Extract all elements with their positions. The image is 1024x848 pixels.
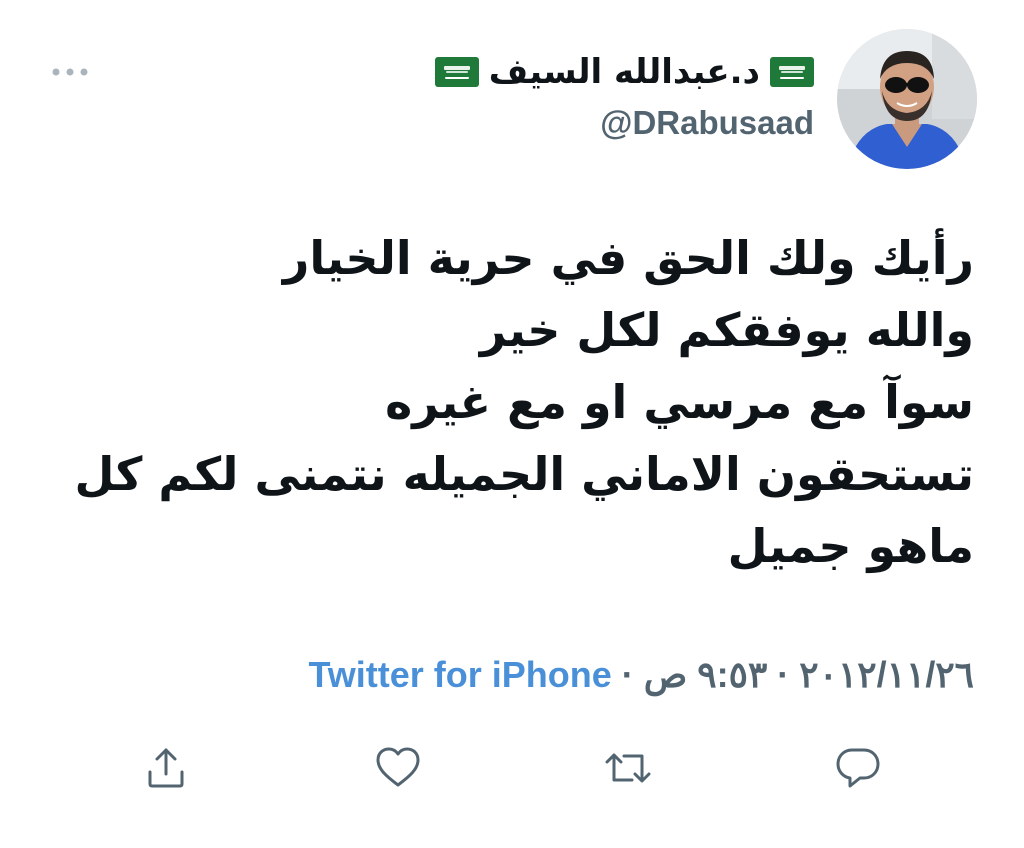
share-button[interactable] [138,740,194,796]
tweet-text-line: تستحقون الاماني الجميله نتمنى لكم كل [74,447,974,501]
tweet-header: د.عبدالله السيف @DRabusaad [254,46,814,142]
avatar[interactable] [837,29,977,169]
tweet-text-line: سوآ مع مرسي او مع غيره [385,375,974,429]
more-options-button[interactable] [50,62,90,82]
author-display-name: د.عبدالله السيف [488,52,760,92]
author-name-row[interactable]: د.عبدالله السيف [254,46,814,98]
tweet-text: رأيك ولك الحق في حرية الخيار والله يوفقك… [74,222,974,582]
retweet-button[interactable] [600,740,656,796]
tweet-text-line: رأيك ولك الحق في حرية الخيار [282,231,974,285]
tweet-text-line: ماهو جميل [727,519,974,573]
profile-photo [837,29,977,169]
heart-icon [376,747,420,787]
saudi-flag-icon [434,57,479,87]
tweet-date[interactable]: ٢٠١٢/١١/٢٦ [799,654,974,696]
meta-separator: · [621,654,634,695]
reply-icon [836,748,880,788]
saudi-flag-icon [770,57,814,87]
retweet-icon [605,753,651,783]
tweet-meta: Twitter for iPhone · ٩:٥٣ ص · ٢٠١٢/١١/٢٦ [74,654,974,696]
meta-separator: · [777,654,790,695]
tweet-action-bar [0,740,1024,800]
tweet-time[interactable]: ٩:٥٣ ص [644,654,768,696]
tweet-text-line: والله يوفقكم لكل خير [479,303,974,357]
author-handle[interactable]: @DRabusaad [254,104,814,142]
like-button[interactable] [370,740,426,796]
reply-button[interactable] [830,740,886,796]
more-horizontal-icon [52,68,88,76]
share-icon [148,748,184,788]
tweet-source-link[interactable]: Twitter for iPhone [308,654,611,696]
